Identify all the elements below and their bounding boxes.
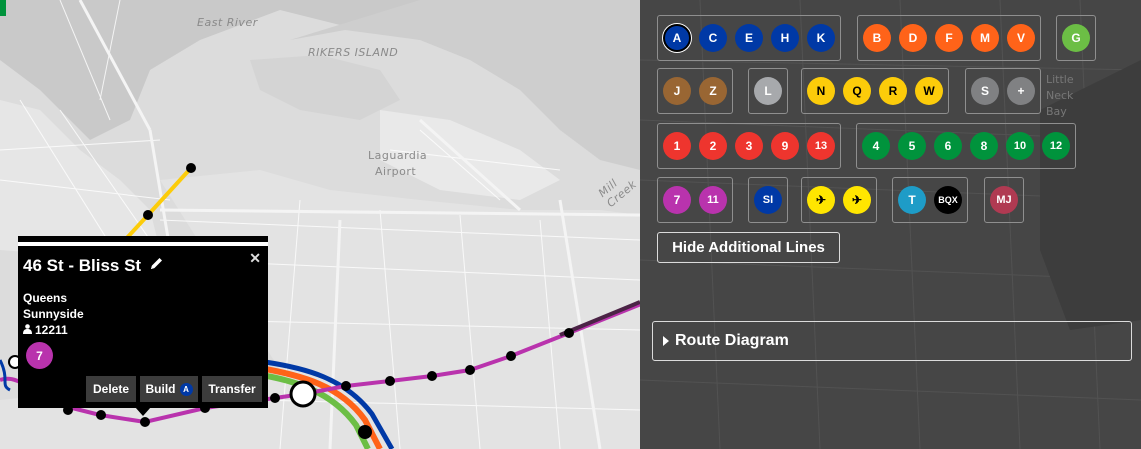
line-bullet[interactable]: D — [899, 24, 927, 52]
line-bullet[interactable]: 7 — [663, 186, 691, 214]
station-ridership: 12211 — [35, 323, 68, 337]
line-bullet[interactable]: K — [807, 24, 835, 52]
line-bullet[interactable]: 2 — [699, 132, 727, 160]
line-bullet[interactable]: V — [1007, 24, 1035, 52]
line-group: SI — [748, 177, 788, 223]
line-bullet[interactable]: + — [1007, 77, 1035, 105]
station-name: 46 St - Bliss St — [23, 256, 142, 275]
line-bullet[interactable]: G — [1062, 24, 1090, 52]
line-bullet[interactable]: SI — [754, 186, 782, 214]
map-label-rikers-island: RIKERS ISLAND — [308, 46, 399, 59]
line-group: T BQX — [892, 177, 968, 223]
station-line-bullet[interactable]: 7 — [26, 342, 53, 369]
build-line-bullet: A — [179, 382, 193, 396]
hide-additional-lines-button[interactable]: Hide Additional Lines — [657, 232, 840, 263]
transfer-label: Transfer — [208, 382, 256, 396]
line-bullet[interactable]: 9 — [771, 132, 799, 160]
map-label-little: Little — [1046, 73, 1074, 86]
line-group: JZ — [657, 68, 733, 114]
line-bullet[interactable]: 11 — [699, 186, 727, 214]
line-bullet[interactable]: 4 — [862, 132, 890, 160]
line-bullet[interactable]: R — [879, 77, 907, 105]
line-group: BDFMV — [857, 15, 1041, 61]
line-bullet[interactable]: F — [935, 24, 963, 52]
line-bullet[interactable]: ✈ — [843, 186, 871, 214]
line-bullet[interactable]: 5 — [898, 132, 926, 160]
line-bullet[interactable]: H — [771, 24, 799, 52]
map-label-laguardia: Laguardia — [368, 149, 428, 162]
line-bullet[interactable]: Q — [843, 77, 871, 105]
line-bullet[interactable]: 6 — [934, 132, 962, 160]
line-group: ACEHK — [657, 15, 841, 61]
map-label-bay: Bay — [1046, 105, 1067, 118]
person-icon — [23, 323, 32, 337]
line-group: S + — [965, 68, 1041, 114]
line-group: 1 2 3 9 13 — [657, 123, 841, 169]
close-icon[interactable]: ✕ — [249, 250, 261, 267]
build-button[interactable]: Build A — [140, 376, 198, 402]
delete-label: Delete — [92, 382, 130, 396]
station-borough: Queens — [23, 291, 68, 305]
line-group: 4 5 6 8 10 12 — [856, 123, 1076, 169]
line-bullet[interactable]: 8 — [970, 132, 998, 160]
line-bullet[interactable]: Z — [699, 77, 727, 105]
caret-right-icon — [663, 336, 669, 346]
station-neighborhood: Sunnyside — [23, 307, 84, 321]
line-bullet[interactable]: S — [971, 77, 999, 105]
line-bullet[interactable]: L — [754, 77, 782, 105]
line-bullet[interactable]: MJ — [990, 186, 1018, 214]
line-bullet[interactable]: E — [735, 24, 763, 52]
station-popup: 46 St - Bliss St ✕ Queens Sunnyside 1221… — [18, 236, 268, 408]
line-bullet[interactable]: 3 — [735, 132, 763, 160]
map-label-neck: Neck — [1046, 89, 1074, 102]
route-diagram-toggle[interactable]: Route Diagram — [652, 321, 1132, 361]
line-group: ✈ ✈ — [801, 177, 877, 223]
route-diagram-label: Route Diagram — [675, 332, 789, 349]
line-bullet[interactable]: 1 — [663, 132, 691, 160]
transfer-button[interactable]: Transfer — [202, 376, 262, 402]
line-bullet[interactable]: J — [663, 77, 691, 105]
line-selector-panel: Little Neck Bay A C E H K B D F M V G J Z L N Q R W S +1 2 3 9… — [640, 0, 1141, 449]
line-bullet[interactable]: C — [699, 24, 727, 52]
line-bullet[interactable]: BQX — [934, 186, 962, 214]
line-bullet[interactable]: 10 — [1006, 132, 1034, 160]
build-label: Build — [145, 382, 176, 396]
map-label-east-river: East River — [197, 16, 258, 29]
line-group: G — [1056, 15, 1096, 61]
line-bullet[interactable]: 12 — [1042, 132, 1070, 160]
map-label-airport: Airport — [375, 165, 417, 178]
station-ridership-row: 12211 — [23, 323, 68, 337]
line-bullet[interactable]: M — [971, 24, 999, 52]
delete-button[interactable]: Delete — [86, 376, 136, 402]
line-bullet[interactable]: W — [915, 77, 943, 105]
line-bullet[interactable]: N — [807, 77, 835, 105]
line-group: L — [748, 68, 788, 114]
pencil-icon[interactable] — [149, 256, 164, 276]
popup-pointer — [135, 407, 151, 416]
popup-top-bar — [18, 242, 268, 246]
line-bullet[interactable]: 13 — [807, 132, 835, 160]
line-bullet[interactable]: T — [898, 186, 926, 214]
line-group: 7 11 — [657, 177, 733, 223]
selected-station-marker — [289, 380, 317, 408]
line-group: MJ — [984, 177, 1024, 223]
line-bullet[interactable]: A — [663, 24, 691, 52]
line-bullet[interactable]: B — [863, 24, 891, 52]
station-name-row: 46 St - Bliss St — [23, 256, 164, 276]
line-bullet[interactable]: ✈ — [807, 186, 835, 214]
line-group: NQRW — [801, 68, 949, 114]
